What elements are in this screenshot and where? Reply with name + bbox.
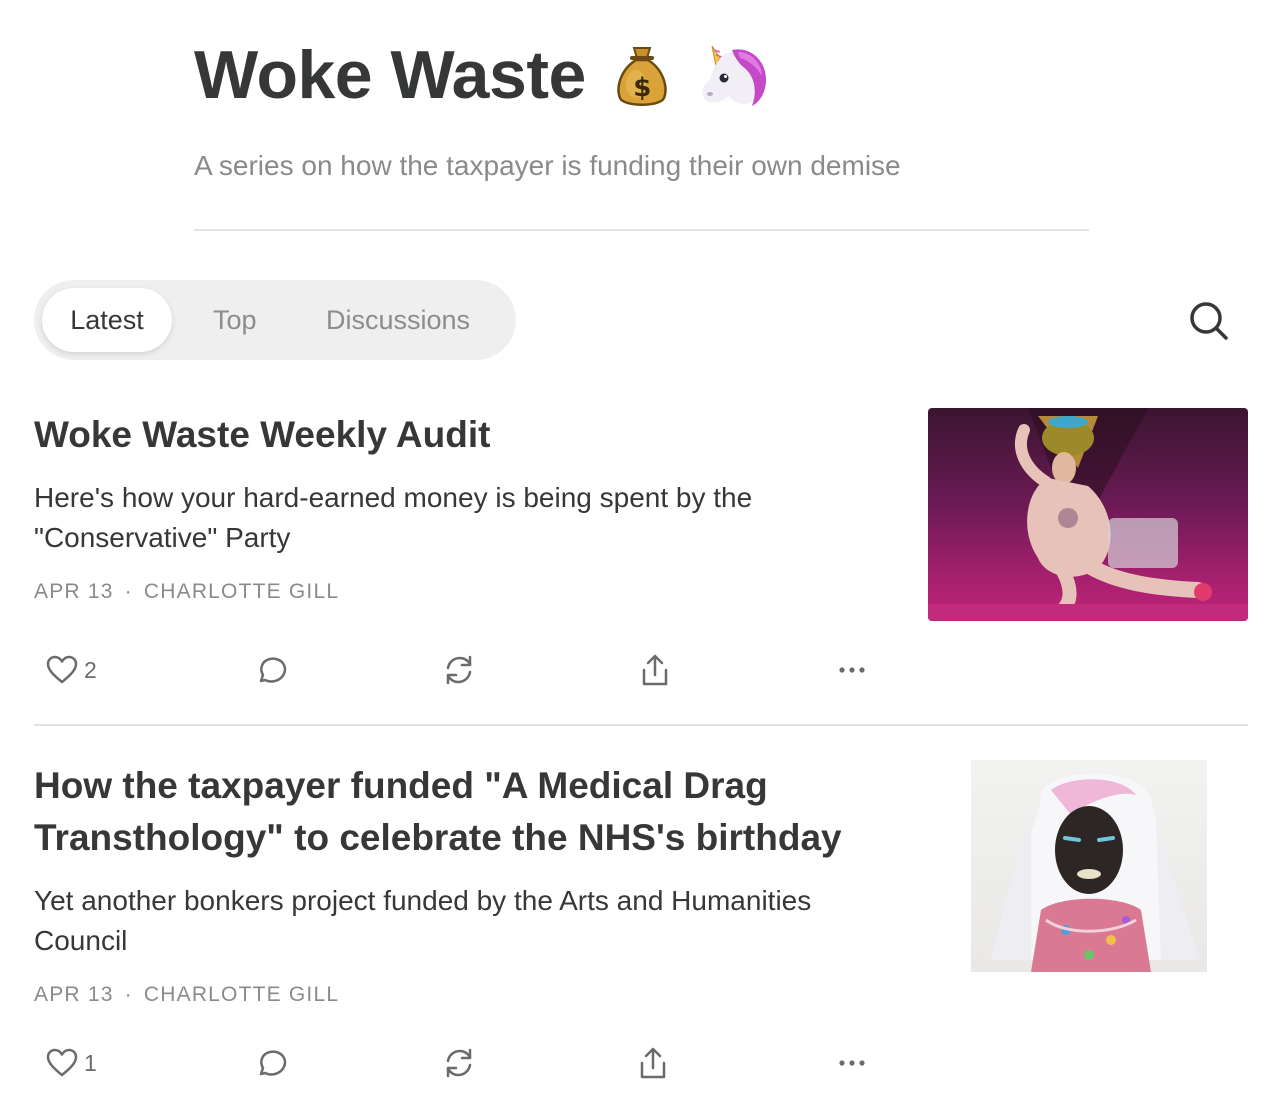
restack-icon bbox=[446, 655, 472, 685]
search-icon bbox=[1190, 302, 1228, 340]
more-button[interactable] bbox=[837, 1041, 867, 1085]
publication-title: Woke Waste bbox=[194, 37, 586, 113]
header-divider bbox=[194, 229, 1089, 231]
post-actions: 2 bbox=[34, 648, 894, 692]
post-divider bbox=[34, 724, 1248, 726]
search-button[interactable] bbox=[1186, 298, 1230, 342]
share-icon bbox=[640, 1047, 666, 1079]
publication-page: Woke Waste $ A series on how the taxpaye… bbox=[0, 0, 1272, 1102]
share-button[interactable] bbox=[638, 1041, 668, 1085]
like-button[interactable]: 2 bbox=[46, 648, 97, 692]
tab-latest[interactable]: Latest bbox=[42, 288, 172, 352]
post-meta: APR 13 · CHARLOTTE GILL bbox=[34, 983, 339, 1007]
comment-button[interactable] bbox=[256, 1041, 288, 1085]
comment-button[interactable] bbox=[256, 648, 288, 692]
more-icon bbox=[839, 1060, 865, 1066]
post-subtitle: Yet another bonkers project funded by th… bbox=[34, 885, 812, 956]
post-author[interactable]: CHARLOTTE GILL bbox=[144, 580, 339, 603]
post-author[interactable]: CHARLOTTE GILL bbox=[144, 983, 339, 1006]
restack-icon bbox=[446, 1048, 472, 1078]
more-icon bbox=[839, 667, 865, 673]
like-count: 2 bbox=[84, 656, 97, 683]
feed-tabs: Latest Top Discussions bbox=[34, 280, 516, 360]
heart-icon bbox=[46, 1048, 78, 1077]
post-actions: 1 bbox=[34, 1041, 894, 1085]
like-count: 1 bbox=[84, 1049, 97, 1076]
unicorn-icon bbox=[698, 42, 768, 108]
comment-icon bbox=[259, 657, 287, 683]
post-meta: APR 13 · CHARLOTTE GILL bbox=[34, 580, 339, 604]
comment-icon bbox=[259, 1050, 287, 1076]
post-subtitle: Here's how your hard-earned money is bei… bbox=[34, 482, 753, 553]
meta-separator: · bbox=[124, 983, 133, 1006]
share-button[interactable] bbox=[640, 648, 670, 692]
post-title[interactable]: Woke Waste Weekly Audit bbox=[34, 409, 904, 461]
restack-button[interactable] bbox=[443, 648, 475, 692]
post-title[interactable]: How the taxpayer funded "A Medical Drag … bbox=[34, 760, 904, 864]
publication-header: Woke Waste $ A series on how the taxpaye… bbox=[194, 30, 1089, 184]
money-bag-icon: $ bbox=[614, 42, 670, 108]
svg-text:$: $ bbox=[633, 73, 651, 103]
heart-icon bbox=[46, 655, 78, 684]
post-date: APR 13 bbox=[34, 580, 114, 603]
share-icon bbox=[642, 654, 668, 686]
like-button[interactable]: 1 bbox=[46, 1041, 97, 1085]
tab-top[interactable]: Top bbox=[213, 288, 257, 352]
publication-subtitle: A series on how the taxpayer is funding … bbox=[194, 150, 901, 181]
restack-button[interactable] bbox=[443, 1041, 475, 1085]
post-thumbnail[interactable] bbox=[928, 408, 1248, 621]
meta-separator: · bbox=[124, 580, 133, 603]
post-thumbnail[interactable] bbox=[971, 760, 1207, 972]
more-button[interactable] bbox=[837, 648, 867, 692]
tab-discussions[interactable]: Discussions bbox=[326, 288, 470, 352]
publication-title-row: Woke Waste $ bbox=[194, 30, 1089, 120]
post-date: APR 13 bbox=[34, 983, 114, 1006]
